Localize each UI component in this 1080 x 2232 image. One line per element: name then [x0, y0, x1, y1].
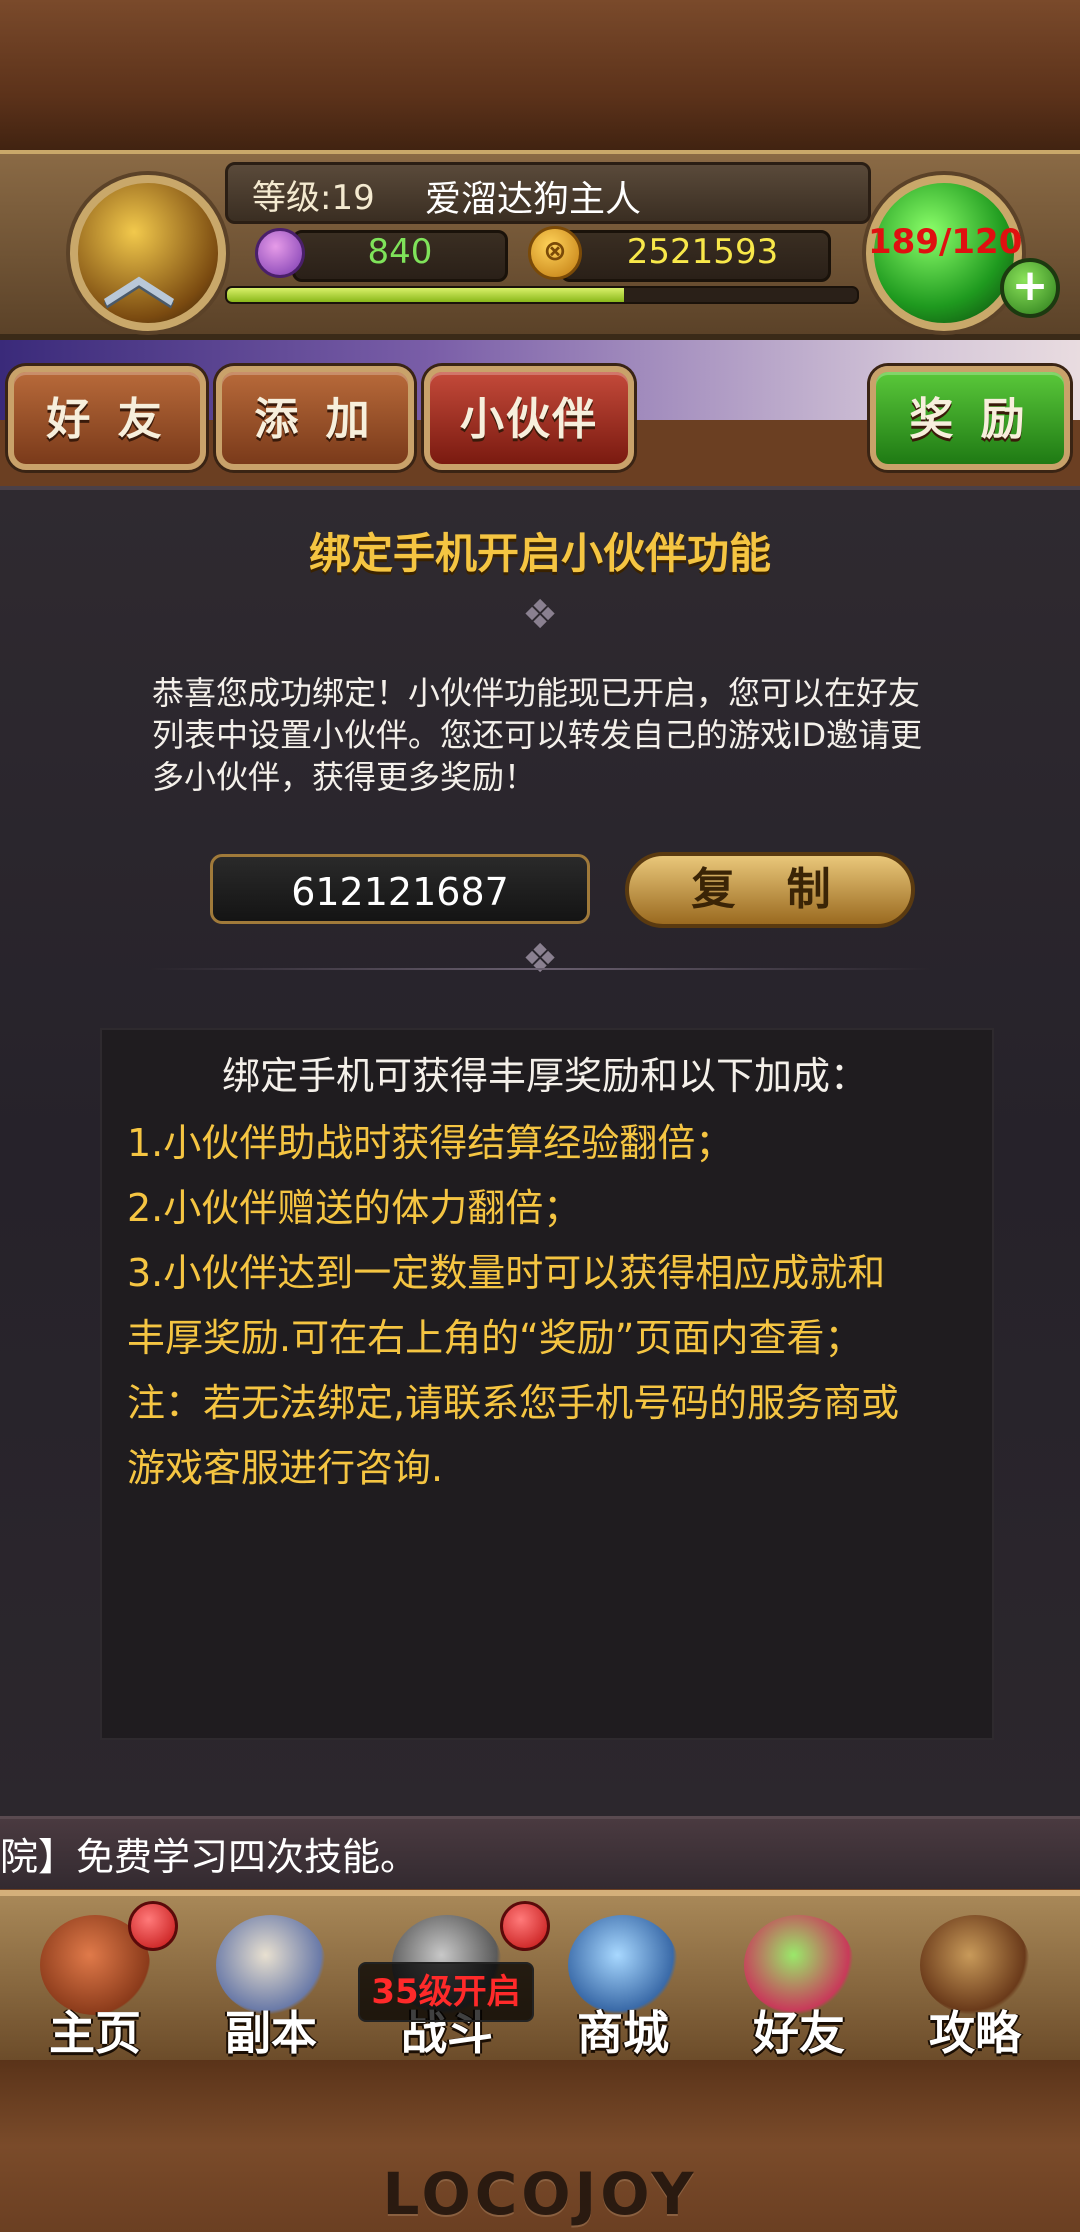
top-wood-frame — [0, 0, 1080, 160]
chevron-up-icon: ︿ — [103, 232, 176, 316]
gems-count: 840 — [367, 232, 433, 272]
stamina-value: 189/120 — [868, 222, 1023, 262]
notification-dot — [128, 1901, 178, 1951]
nav-home-label: 主页 — [49, 2006, 141, 2060]
info-line: 丰厚奖励.可在右上角的“奖励”页面内查看； — [127, 1316, 863, 1360]
nav-friends[interactable]: 好友 — [724, 1905, 874, 2060]
player-level: 等级:19 — [252, 178, 375, 218]
nav-friends-label: 好友 — [753, 2006, 845, 2060]
tab-reward[interactable]: 奖 励 — [870, 366, 1070, 470]
info-heading: 绑定手机可获得丰厚奖励和以下加成： — [221, 1054, 868, 1098]
copy-button[interactable]: 复 制 — [625, 852, 915, 928]
nav-home[interactable]: 主页 — [20, 1901, 178, 2060]
info-line: 3.小伙伴达到一定数量时可以获得相应成就和 — [127, 1251, 886, 1295]
ornament-icon: ❖ — [522, 936, 558, 982]
level-up-orb[interactable]: ︿ — [70, 175, 226, 331]
info-line: 1.小伙伴助战时获得结算经验翻倍； — [127, 1121, 734, 1165]
nav-shop[interactable]: 商城 — [548, 1905, 698, 2060]
player-name: 爱溜达狗主人 — [425, 179, 642, 220]
info-line: 2.小伙伴赠送的体力翻倍； — [127, 1186, 582, 1230]
brand-logo: LOCOJOY — [382, 2160, 698, 2228]
nav-dungeon-label: 副本 — [225, 2006, 317, 2060]
ticker-text: 院】免费学习四次技能。 — [0, 1835, 419, 1879]
tab-add[interactable]: 添 加 — [216, 366, 414, 470]
ornament-icon: ❖ — [522, 592, 558, 638]
add-stamina-button[interactable]: + — [1000, 258, 1060, 318]
nav-guide[interactable]: 攻略 — [900, 1905, 1050, 2060]
gem-icon — [255, 228, 305, 278]
xp-bar — [225, 286, 859, 304]
game-id-field: 612121687 — [210, 854, 590, 924]
nav-dungeon[interactable]: 副本 — [196, 1905, 346, 2060]
divider — [150, 968, 930, 970]
gold-count: 2521593 — [626, 232, 779, 272]
tab-friends[interactable]: 好 友 — [8, 366, 206, 470]
congrats-text: 恭喜您成功绑定！小伙伴功能现已开启，您可以在好友列表中设置小伙伴。您还可以转发自… — [152, 674, 923, 796]
tab-partner[interactable]: 小伙伴 — [424, 366, 634, 470]
panel-title: 绑定手机开启小伙伴功能 — [308, 529, 771, 578]
nav-shop-label: 商城 — [577, 2006, 669, 2060]
xp-bar-fill — [227, 288, 624, 302]
level-lock-badge: 35级开启 — [358, 1962, 534, 2022]
notification-dot — [500, 1901, 550, 1951]
coin-icon: ⊗ — [528, 226, 582, 280]
info-line: 注：若无法绑定,请联系您手机号码的服务商或 — [127, 1381, 900, 1425]
nav-guide-label: 攻略 — [929, 2006, 1021, 2060]
info-line: 游戏客服进行咨询. — [127, 1446, 444, 1490]
